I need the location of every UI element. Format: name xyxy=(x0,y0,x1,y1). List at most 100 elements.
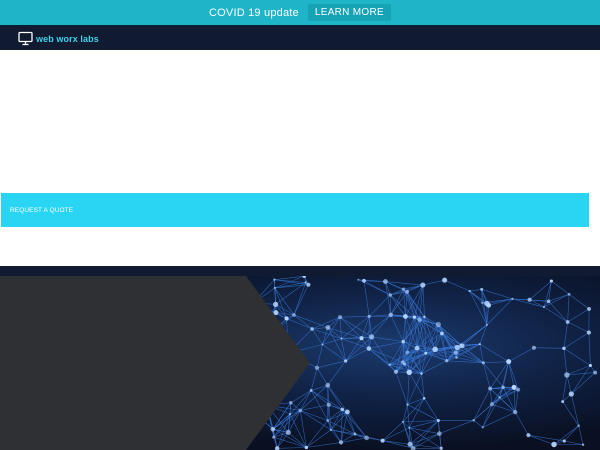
network-node xyxy=(481,426,484,429)
network-node xyxy=(288,412,292,416)
request-quote-button[interactable]: REQUEST A QUOTE xyxy=(1,193,589,227)
network-node xyxy=(408,426,411,429)
network-node xyxy=(468,289,471,293)
network-node xyxy=(366,346,372,351)
network-node xyxy=(531,345,536,350)
network-node xyxy=(485,323,489,327)
network-node xyxy=(455,356,458,359)
network-node xyxy=(478,343,481,346)
network-node xyxy=(561,400,565,404)
feature-banner xyxy=(0,276,600,450)
network-node xyxy=(586,330,591,335)
network-node xyxy=(321,343,324,346)
network-node xyxy=(326,419,329,422)
network-node xyxy=(564,372,570,378)
network-node xyxy=(289,401,293,405)
navbar: web worx labs xyxy=(0,25,600,50)
network-node xyxy=(344,359,348,363)
network-node xyxy=(481,361,485,365)
network-node xyxy=(568,391,574,397)
network-node xyxy=(314,365,320,370)
network-node xyxy=(412,315,417,319)
dark-overlay-panel xyxy=(0,276,310,450)
network-node xyxy=(273,278,276,281)
network-node xyxy=(405,350,410,355)
network-node xyxy=(501,385,505,389)
network-node xyxy=(551,441,557,448)
network-node xyxy=(435,321,441,328)
network-node xyxy=(273,310,279,316)
network-node xyxy=(587,306,592,311)
network-node xyxy=(577,424,580,428)
network-node xyxy=(325,325,331,330)
network-node xyxy=(353,432,357,436)
network-node xyxy=(382,279,388,284)
request-quote-label: REQUEST A QUOTE xyxy=(10,206,74,214)
network-node xyxy=(273,286,276,289)
network-node xyxy=(439,446,443,450)
network-node xyxy=(329,428,333,431)
network-node xyxy=(357,278,360,281)
network-node xyxy=(567,292,571,296)
network-node xyxy=(388,363,391,366)
network-node xyxy=(359,336,364,341)
network-node xyxy=(562,346,566,351)
network-node xyxy=(486,302,492,308)
network-node xyxy=(401,287,406,291)
network-node xyxy=(511,297,514,301)
network-node xyxy=(454,344,460,351)
network-node xyxy=(407,441,413,447)
network-node xyxy=(406,403,409,406)
section-divider xyxy=(0,266,600,276)
announcement-text: COVID 19 update xyxy=(209,6,299,19)
network-node xyxy=(367,314,371,318)
network-node xyxy=(285,429,291,436)
network-node xyxy=(565,320,570,324)
network-node xyxy=(393,369,399,374)
network-node xyxy=(445,359,449,363)
network-node xyxy=(326,402,331,407)
network-node xyxy=(340,407,345,412)
monitor-icon xyxy=(18,31,33,46)
network-node xyxy=(388,293,392,297)
learn-more-button[interactable]: LEARN MORE xyxy=(307,4,391,21)
network-node xyxy=(337,315,343,320)
network-node xyxy=(344,409,350,415)
network-node xyxy=(549,279,553,283)
network-node xyxy=(417,317,422,322)
network-node xyxy=(593,370,598,375)
network-node xyxy=(388,312,393,318)
network-node xyxy=(325,382,331,388)
network-node xyxy=(432,346,438,353)
brand-logo[interactable]: web worx labs xyxy=(18,31,99,46)
network-node xyxy=(436,418,440,423)
network-node xyxy=(401,339,406,344)
network-node xyxy=(420,372,423,375)
network-node xyxy=(440,331,444,336)
network-node xyxy=(562,439,566,443)
network-node xyxy=(306,282,311,287)
network-node xyxy=(542,305,545,309)
network-node xyxy=(506,359,512,365)
network-node xyxy=(513,410,518,415)
hero-section xyxy=(0,50,600,266)
network-node xyxy=(380,438,385,443)
network-node xyxy=(304,281,307,284)
network-node xyxy=(480,301,484,305)
network-node xyxy=(480,287,484,291)
network-node xyxy=(453,350,458,355)
network-node xyxy=(459,343,462,346)
network-node xyxy=(338,440,344,445)
network-node xyxy=(362,278,366,283)
network-background-image xyxy=(0,276,600,450)
network-node xyxy=(310,327,314,331)
network-node xyxy=(364,435,369,441)
network-node xyxy=(273,301,279,307)
network-node xyxy=(304,445,309,450)
network-node xyxy=(369,334,375,340)
network-node xyxy=(527,297,532,302)
network-node xyxy=(516,387,521,392)
network-node xyxy=(405,289,410,294)
network-node xyxy=(581,443,585,446)
network-node xyxy=(424,351,428,355)
